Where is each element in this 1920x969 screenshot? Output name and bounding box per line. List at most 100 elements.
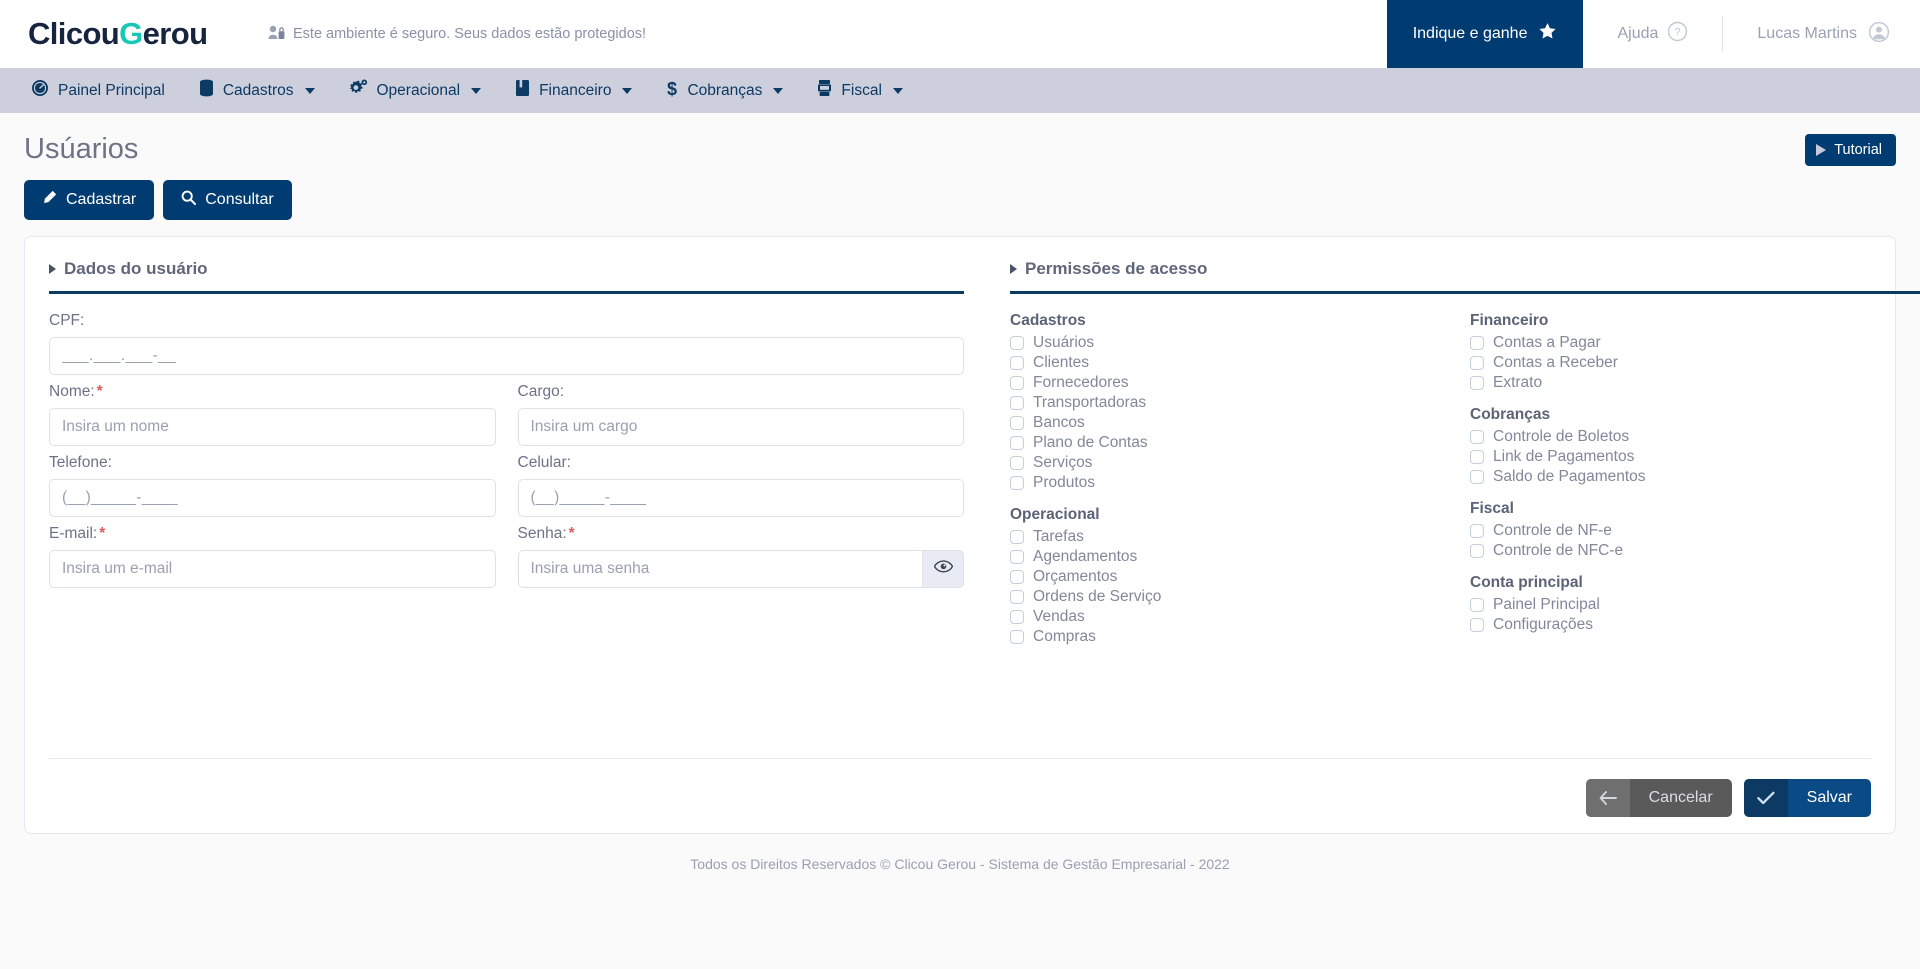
- checkbox-icon[interactable]: [1470, 356, 1484, 370]
- permission-group-cadastros: Cadastros Usuários Clientes Fornecedores…: [1010, 312, 1470, 492]
- checkbox-icon[interactable]: [1010, 630, 1024, 644]
- checkbox-icon[interactable]: [1470, 430, 1484, 444]
- permission-fornecedores[interactable]: Fornecedores: [1010, 374, 1470, 392]
- permission-servicos[interactable]: Serviços: [1010, 454, 1470, 472]
- nav-item-cadastros[interactable]: Cadastros: [182, 68, 332, 113]
- toggle-password-visibility-button[interactable]: [923, 550, 964, 588]
- checkbox-icon[interactable]: [1010, 396, 1024, 410]
- checkbox-icon[interactable]: [1010, 416, 1024, 430]
- checkbox-icon[interactable]: [1010, 336, 1024, 350]
- permission-ordens-de-servico[interactable]: Ordens de Serviço: [1010, 588, 1470, 606]
- section-divider: [49, 291, 964, 294]
- nav-item-financeiro[interactable]: Financeiro: [498, 68, 649, 113]
- indique-e-ganhe-button[interactable]: Indique e ganhe: [1386, 0, 1584, 68]
- checkbox-icon[interactable]: [1470, 598, 1484, 612]
- chevron-down-icon: [622, 87, 633, 94]
- email-input[interactable]: [49, 550, 496, 588]
- checkbox-icon[interactable]: [1010, 476, 1024, 490]
- permission-vendas[interactable]: Vendas: [1010, 608, 1470, 626]
- tutorial-button[interactable]: Tutorial: [1805, 133, 1896, 166]
- permission-configuracoes[interactable]: Configurações: [1470, 616, 1920, 634]
- field-group-email: E-mail: *: [49, 525, 496, 588]
- user-form-card: Dados do usuário CPF: Nome:* Cargo:: [24, 236, 1920, 834]
- triangle-right-icon: [49, 264, 56, 274]
- cpf-input[interactable]: [49, 337, 964, 375]
- cancel-button[interactable]: Cancelar: [1585, 779, 1732, 817]
- page-footer: Todos os Direitos Reservados © Clicou Ge…: [690, 856, 1230, 872]
- checkbox-icon[interactable]: [1470, 336, 1484, 350]
- checkbox-icon[interactable]: [1470, 618, 1484, 632]
- permission-orcamentos[interactable]: Orçamentos: [1010, 568, 1470, 586]
- user-menu[interactable]: Lucas Martins: [1723, 0, 1920, 68]
- svg-text:?: ?: [1675, 27, 1681, 39]
- tab-cadastrar[interactable]: Cadastrar: [24, 180, 155, 220]
- permission-transportadoras[interactable]: Transportadoras: [1010, 394, 1470, 412]
- permission-label: Configurações: [1493, 616, 1593, 633]
- brand-part1: Clicou: [28, 16, 120, 51]
- nav-item-operacional[interactable]: Operacional: [332, 68, 499, 113]
- nav-item-painel-principal[interactable]: Painel Principal: [14, 68, 182, 113]
- permission-usuarios[interactable]: Usuários: [1010, 334, 1470, 352]
- checkbox-icon[interactable]: [1470, 544, 1484, 558]
- action-tabs: Cadastrar Consultar: [24, 180, 1896, 220]
- nav-item-fiscal[interactable]: Fiscal: [800, 68, 919, 113]
- checkbox-icon[interactable]: [1010, 530, 1024, 544]
- user-data-section-header: Dados do usuário: [49, 259, 964, 291]
- required-marker: *: [568, 525, 575, 542]
- nome-input[interactable]: [49, 408, 496, 446]
- permission-saldo-de-pagamentos[interactable]: Saldo de Pagamentos: [1470, 468, 1920, 486]
- permission-label: Link de Pagamentos: [1493, 448, 1635, 465]
- checkbox-icon[interactable]: [1010, 436, 1024, 450]
- permission-bancos[interactable]: Bancos: [1010, 414, 1470, 432]
- permission-label: Fornecedores: [1033, 374, 1129, 391]
- checkbox-icon[interactable]: [1010, 570, 1024, 584]
- question-circle-icon: ?: [1667, 21, 1688, 47]
- permission-link-de-pagamentos[interactable]: Link de Pagamentos: [1470, 448, 1920, 466]
- permission-group-cobrancas: Cobranças Controle de Boletos Link de Pa…: [1470, 406, 1920, 486]
- ajuda-button[interactable]: Ajuda ?: [1583, 0, 1722, 68]
- checkbox-icon[interactable]: [1470, 376, 1484, 390]
- card-footer-divider: [49, 758, 1871, 759]
- triangle-right-icon: [1010, 264, 1017, 274]
- checkbox-icon[interactable]: [1470, 470, 1484, 484]
- top-bar: ClicouGerou Este ambiente é seguro. Seus…: [0, 0, 1920, 68]
- permission-painel-principal[interactable]: Painel Principal: [1470, 596, 1920, 614]
- checkbox-icon[interactable]: [1010, 590, 1024, 604]
- senha-input[interactable]: [517, 550, 924, 588]
- nav-item-cobrancas[interactable]: $ Cobranças: [649, 68, 800, 113]
- save-button[interactable]: Salvar: [1743, 779, 1871, 817]
- permission-controle-de-nfce[interactable]: Controle de NFC-e: [1470, 542, 1920, 560]
- brand-logo[interactable]: ClicouGerou: [0, 0, 260, 68]
- checkbox-icon[interactable]: [1010, 376, 1024, 390]
- svg-text:$: $: [667, 79, 677, 98]
- group-title: Operacional: [1010, 506, 1100, 523]
- label-cpf: CPF:: [49, 312, 85, 329]
- permission-label: Controle de Boletos: [1493, 428, 1630, 445]
- telefone-input[interactable]: [49, 479, 496, 517]
- permission-produtos[interactable]: Produtos: [1010, 474, 1470, 492]
- cargo-input[interactable]: [517, 408, 964, 446]
- permission-agendamentos[interactable]: Agendamentos: [1010, 548, 1470, 566]
- permission-tarefas[interactable]: Tarefas: [1010, 528, 1470, 546]
- checkbox-icon[interactable]: [1010, 550, 1024, 564]
- group-title: Cobranças: [1470, 406, 1551, 423]
- calculator-icon: [817, 79, 832, 102]
- checkbox-icon[interactable]: [1470, 524, 1484, 538]
- celular-input[interactable]: [517, 479, 964, 517]
- permission-clientes[interactable]: Clientes: [1010, 354, 1470, 372]
- permission-contas-a-receber[interactable]: Contas a Receber: [1470, 354, 1920, 372]
- tab-consultar[interactable]: Consultar: [163, 180, 292, 220]
- permission-plano-de-contas[interactable]: Plano de Contas: [1010, 434, 1470, 452]
- permissions-section-header: Permissões de acesso: [1010, 259, 1920, 291]
- checkbox-icon[interactable]: [1010, 456, 1024, 470]
- label-senha: Senha: *: [518, 525, 965, 543]
- permission-controle-de-boletos[interactable]: Controle de Boletos: [1470, 428, 1920, 446]
- checkbox-icon[interactable]: [1470, 450, 1484, 464]
- permission-extrato[interactable]: Extrato: [1470, 374, 1920, 392]
- permission-controle-de-nfe[interactable]: Controle de NF-e: [1470, 522, 1920, 540]
- checkbox-icon[interactable]: [1010, 356, 1024, 370]
- permission-compras[interactable]: Compras: [1010, 628, 1470, 646]
- checkbox-icon[interactable]: [1010, 610, 1024, 624]
- password-input-wrapper: [517, 550, 964, 588]
- permission-contas-a-pagar[interactable]: Contas a Pagar: [1470, 334, 1920, 352]
